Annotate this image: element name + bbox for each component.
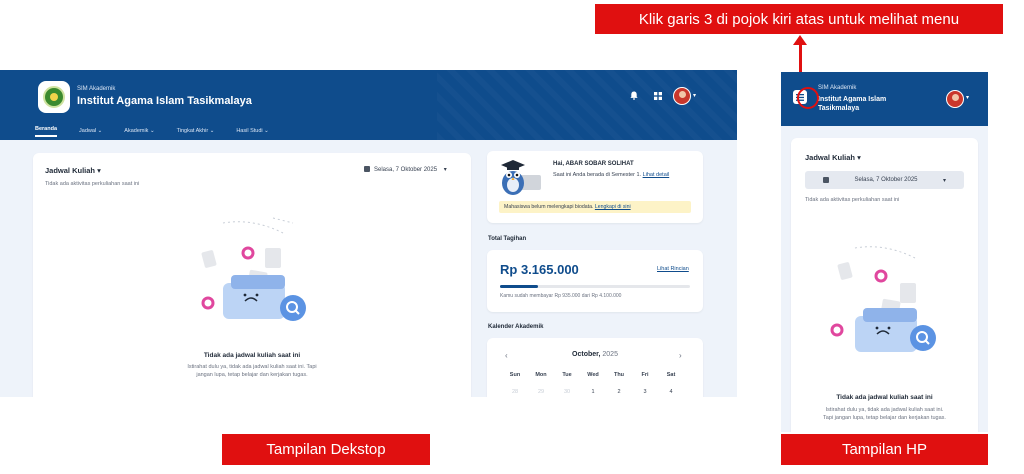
calendar-card: ‹ October, 2025 › Sun Mon Tue Wed Thu Fr… [487,338,703,397]
mobile-view: SIM Akademik Institut Agama Islam Tasikm… [781,72,988,432]
mascot-illustration [501,160,541,195]
chevron-down-icon: ▾ [97,166,101,175]
empty-illustration [830,246,936,352]
chevron-down-icon[interactable]: ▾ [966,94,969,101]
app-title: Institut Agama Islam Tasikmalaya [77,95,252,107]
empty-desc-1: Istirahat dulu ya, tidak ada jadwal kuli… [187,364,317,370]
greeting-title: Hai, ABAR SOBAR SOLIHAT [553,161,634,167]
empty-title: Tidak ada jadwal kuliah saat ini [836,394,933,401]
calendar-days: 28 29 30 1 2 3 4 [502,389,684,395]
calendar-day[interactable]: 30 [554,389,580,395]
complete-biodata-link[interactable]: Lengkapi di sini [595,204,631,210]
weekday: Tue [562,372,572,378]
schedule-title[interactable]: Jadwal Kuliah ▾ [805,153,861,162]
calendar-day[interactable]: 4 [658,389,684,395]
no-activity-text: Tidak ada aktivitas perkuliahan saat ini [45,181,140,187]
app-title: Institut Agama Islam Tasikmalaya [818,96,887,112]
menu-highlight-circle [797,87,819,109]
biodata-warning: Mahasiswa belum melengkapi biodata. Leng… [499,201,691,213]
no-activity-text: Tidak ada aktivitas perkuliahan saat ini [805,197,900,203]
weekday: Sun [509,372,521,378]
arrow-head-icon [793,35,807,45]
header-pattern [437,70,737,140]
calendar-icon [823,177,829,183]
nav-jadwal[interactable]: Jadwal ⌄ [79,128,102,134]
empty-title: Tidak ada jadwal kuliah saat ini [203,352,301,359]
greeting-card: Hai, ABAR SOBAR SOLIHAT Saat ini Anda be… [487,151,703,223]
main-nav: Beranda Jadwal ⌄ Akademik ⌄ Tingkat Akhi… [35,122,291,140]
app-logo[interactable] [38,81,70,113]
bell-icon[interactable] [630,91,638,102]
app-subtitle: SIM Akademik [77,86,116,92]
avatar[interactable] [673,87,691,105]
avatar[interactable] [946,90,964,108]
billing-card: Rp 3.165.000 Lihat Rincian Kamu sudah me… [487,250,703,312]
billing-amount: Rp 3.165.000 [500,262,579,277]
desktop-view: SIM Akademik Institut Agama Islam Tasikm… [0,70,737,397]
schedule-title[interactable]: Jadwal Kuliah ▾ [45,166,101,175]
nav-akademik[interactable]: Akademik ⌄ [124,128,154,134]
desktop-label: Tampilan Dekstop [222,434,430,465]
nav-beranda[interactable]: Beranda [35,126,58,137]
schedule-card: Jadwal Kuliah ▾ Selasa, 7 Oktober 2025 ▾… [791,138,978,432]
empty-desc-2: jangan lupa, tetap belajar dan kerjakan … [196,372,308,378]
billing-section-title: Total Tagihan [488,236,527,242]
empty-illustration [201,217,306,321]
calendar-month: October, 2025 [572,351,618,358]
calendar-section-title: Kalender Akademik [488,324,544,330]
calendar-day[interactable]: 1 [580,389,606,395]
detail-link[interactable]: Lihat detail [643,172,670,178]
empty-desc-1: Istirahat dulu ya, tidak ada jadwal kuli… [825,407,944,413]
date-selector[interactable]: Selasa, 7 Oktober 2025 ▾ [364,166,447,173]
empty-desc-2: Tapi jangan lupa, tetap belajar dan kerj… [823,415,946,421]
payment-progress [500,285,690,288]
calendar-next[interactable]: › [679,351,682,360]
weekday: Mon [535,372,547,378]
calendar-icon [364,166,370,173]
greeting-text: Saat ini Anda berada di Semester 1. Liha… [553,172,670,178]
calendar-weekdays: Sun Mon Tue Wed Thu Fri Sat [502,372,684,378]
billing-detail-link[interactable]: Lihat Rincian [657,266,689,272]
nav-tingkat-akhir[interactable]: Tingkat Akhir ⌄ [177,128,215,134]
calendar-day[interactable]: 29 [528,389,554,395]
calendar-day[interactable]: 2 [606,389,632,395]
payment-note: Kamu sudah membayar Rp 935.000 dari Rp 4… [500,293,622,299]
mobile-label: Tampilan HP [781,434,988,465]
calendar-day[interactable]: 28 [502,389,528,395]
weekday: Wed [587,372,599,378]
instruction-callout: Klik garis 3 di pojok kiri atas untuk me… [595,4,1003,34]
schedule-card: Jadwal Kuliah ▾ Tidak ada aktivitas perk… [33,153,471,397]
payment-progress-fill [500,285,538,288]
weekday: Sat [666,372,676,378]
weekday: Fri [641,372,649,378]
date-selector[interactable]: Selasa, 7 Oktober 2025 ▾ [805,171,964,189]
grid-icon[interactable] [654,92,662,102]
nav-hasil-studi[interactable]: Hasil Studi ⌄ [236,128,268,134]
weekday: Thu [613,372,625,378]
app-subtitle: SIM Akademik [818,85,857,91]
chevron-down-icon[interactable]: ▾ [693,92,696,99]
chevron-down-icon: ▾ [857,153,861,162]
calendar-day[interactable]: 3 [632,389,658,395]
desktop-header: SIM Akademik Institut Agama Islam Tasikm… [0,70,737,140]
